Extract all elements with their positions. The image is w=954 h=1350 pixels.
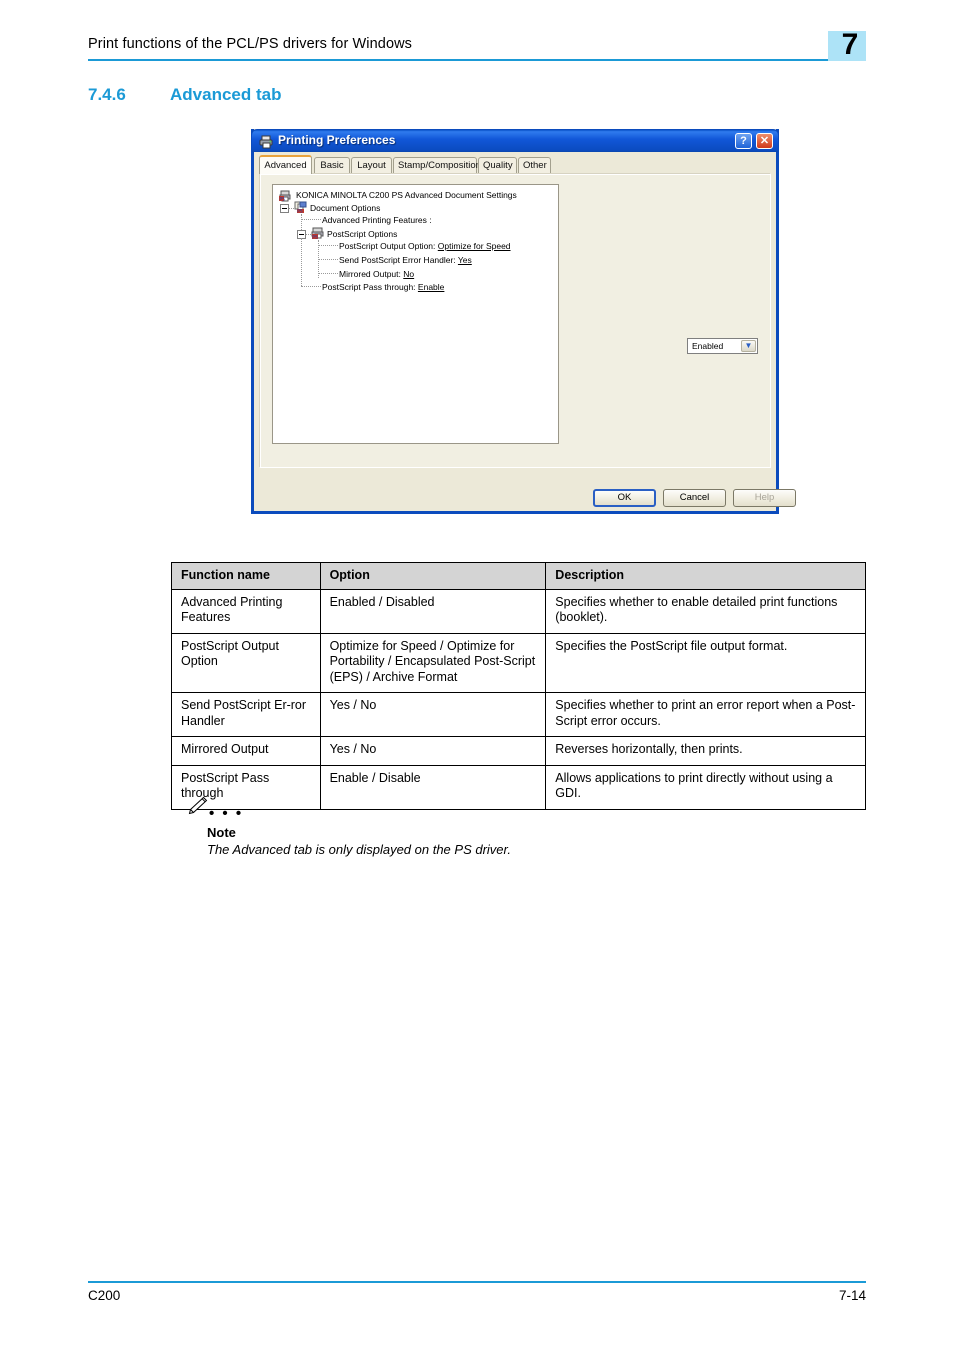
table-row: Send PostScript Er-ror Handler Yes / No … <box>171 692 866 737</box>
tree-item-postscript-output-option-label: PostScript Output Option: <box>339 241 436 251</box>
tab-strip: Advanced Basic Layout Stamp/Composition … <box>259 155 774 174</box>
tree-connector-vertical <box>301 238 302 286</box>
chapter-number: 7 <box>841 28 859 61</box>
tree-value-postscript-output-option[interactable]: Optimize for Speed <box>438 241 511 251</box>
advanced-printing-features-dropdown[interactable]: Enabled ▼ <box>687 338 758 354</box>
document-options-icon: PS <box>294 201 307 215</box>
cancel-button[interactable]: Cancel <box>663 489 726 507</box>
cell-option: Enable / Disable <box>319 764 547 810</box>
cell-option: Yes / No <box>319 736 547 766</box>
help-icon[interactable]: ? <box>735 133 752 149</box>
table-row: PostScript Output Option Optimize for Sp… <box>171 632 866 693</box>
dialog-title: Printing Preferences <box>278 133 396 147</box>
tree-item-send-postscript-error-handler[interactable]: Send PostScript Error Handler: Yes <box>339 255 472 266</box>
note-label: Note <box>207 825 236 840</box>
tree-value-postscript-pass-through[interactable]: Enable <box>418 282 444 292</box>
svg-text:PS: PS <box>279 197 285 202</box>
tree-connector <box>318 273 338 274</box>
tree-connector <box>318 259 338 260</box>
tree-connector <box>318 245 338 246</box>
ok-button[interactable]: OK <box>593 489 656 507</box>
advanced-settings-tree[interactable]: PS KONICA MINOLTA C200 PS Advanced Docum… <box>272 184 559 444</box>
tree-connector <box>301 219 321 220</box>
cell-option: Optimize for Speed / Optimize for Portab… <box>319 632 547 693</box>
footer-divider <box>88 1281 866 1283</box>
expander-document-options[interactable] <box>280 204 289 213</box>
table-row: Mirrored Output Yes / No Reverses horizo… <box>171 736 866 766</box>
tree-value-send-postscript-error-handler[interactable]: Yes <box>458 255 472 265</box>
tree-item-postscript-options[interactable]: PostScript Options <box>327 229 397 240</box>
page-header: Print functions of the PCL/PS drivers fo… <box>88 36 866 70</box>
pencil-icon <box>187 796 209 816</box>
column-header-description: Description <box>545 562 866 590</box>
tree-value-mirrored-output[interactable]: No <box>403 269 414 279</box>
tab-other[interactable]: Other <box>518 157 551 174</box>
tree-item-mirrored-output[interactable]: Mirrored Output: No <box>339 269 414 280</box>
cell-option: Yes / No <box>319 692 547 737</box>
tree-item-send-postscript-error-handler-label: Send PostScript Error Handler: <box>339 255 456 265</box>
page-footer: C200 7-14 <box>88 1281 866 1311</box>
printer-icon <box>259 134 274 149</box>
tree-connector <box>301 286 321 287</box>
note-text: The Advanced tab is only displayed on th… <box>207 842 511 857</box>
help-button: Help <box>733 489 796 507</box>
chevron-down-icon[interactable]: ▼ <box>741 340 756 352</box>
footer-model: C200 <box>88 1288 121 1303</box>
page-title: Advanced tab <box>170 85 282 104</box>
cell-description: Specifies whether to enable detailed pri… <box>545 588 866 634</box>
cell-description: Specifies whether to print an error repo… <box>545 692 866 737</box>
tab-basic[interactable]: Basic <box>314 157 350 174</box>
cell-description: Allows applications to print directly wi… <box>545 764 866 810</box>
cell-description: Reverses horizontally, then prints. <box>545 736 866 766</box>
tab-quality[interactable]: Quality <box>478 157 517 174</box>
table-header-row: Function name Option Description <box>171 562 866 590</box>
tab-stamp-composition[interactable]: Stamp/Composition <box>393 157 481 174</box>
tree-item-postscript-pass-through[interactable]: PostScript Pass through: Enable <box>322 282 444 293</box>
cell-description: Specifies the PostScript file output for… <box>545 632 866 693</box>
table-row: Advanced Printing Features Enabled / Dis… <box>171 588 866 634</box>
tab-panel-advanced: PS KONICA MINOLTA C200 PS Advanced Docum… <box>259 173 771 468</box>
tree-item-postscript-pass-through-label: PostScript Pass through: <box>322 282 416 292</box>
column-header-function-name: Function name <box>171 562 321 590</box>
tree-root-label: KONICA MINOLTA C200 PS Advanced Document… <box>296 190 517 200</box>
cell-function-name: Advanced Printing Features <box>171 588 321 634</box>
function-spec-table: Function name Option Description Advance… <box>171 562 866 810</box>
cell-function-name: PostScript Output Option <box>171 632 321 693</box>
tab-layout[interactable]: Layout <box>351 157 392 174</box>
cell-function-name: Send PostScript Er-ror Handler <box>171 692 321 737</box>
postscript-options-icon: PS <box>311 227 324 241</box>
tree-item-advanced-printing-features[interactable]: Advanced Printing Features : <box>322 215 432 226</box>
header-divider <box>88 59 866 61</box>
printing-preferences-dialog: Advanced Basic Layout Stamp/Composition … <box>251 129 796 514</box>
table-row: PostScript Pass through Enable / Disable… <box>171 764 866 810</box>
running-head-title: Print functions of the PCL/PS drivers fo… <box>88 36 413 52</box>
printer-settings-icon: PS <box>279 189 292 203</box>
close-icon[interactable]: ✕ <box>756 133 773 149</box>
tree-item-document-options[interactable]: Document Options <box>310 203 380 214</box>
cell-option: Enabled / Disabled <box>319 588 547 634</box>
column-header-option: Option <box>319 562 547 590</box>
cell-function-name: Mirrored Output <box>171 736 321 766</box>
tree-item-mirrored-output-label: Mirrored Output: <box>339 269 401 279</box>
advanced-printing-features-value: Enabled <box>692 341 724 351</box>
section-number: 7.4.6 <box>88 85 126 104</box>
dialog-titlebar[interactable]: Printing Preferences ? ✕ <box>251 129 779 152</box>
note-dots: • • • <box>209 805 244 822</box>
tree-item-postscript-output-option[interactable]: PostScript Output Option: Optimize for S… <box>339 241 511 252</box>
tab-advanced[interactable]: Advanced <box>259 155 312 174</box>
page-number: 7-14 <box>838 1288 866 1303</box>
